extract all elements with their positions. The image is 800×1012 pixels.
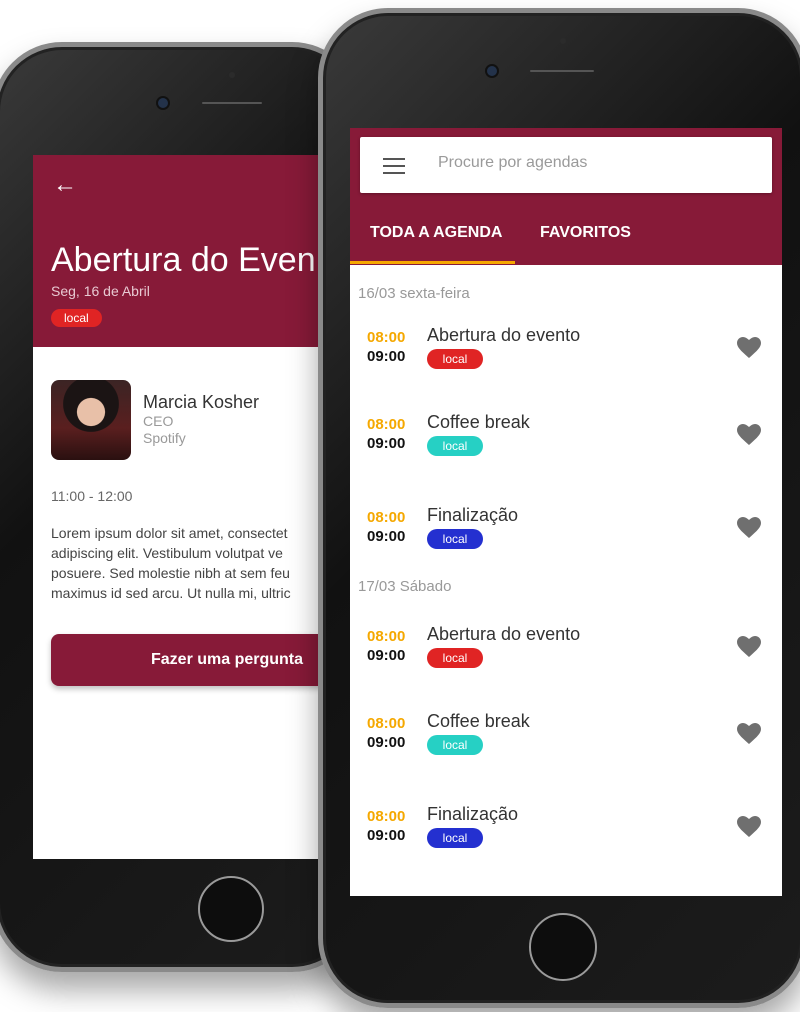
end-time: 09:00 bbox=[367, 435, 406, 452]
detail-header: ← Abertura do Even Seg, 16 de Abril loca… bbox=[33, 155, 333, 347]
agenda-item[interactable]: 08:00 09:00 Abertura do evento local bbox=[350, 624, 782, 684]
ask-question-button[interactable]: Fazer uma pergunta bbox=[51, 634, 333, 686]
hamburger-menu-icon[interactable] bbox=[383, 158, 405, 179]
end-time: 09:00 bbox=[367, 647, 406, 664]
phone-mockup-detail: ← Abertura do Even Seg, 16 de Abril loca… bbox=[0, 42, 362, 972]
event-description: Lorem ipsum dolor sit amet, consectet ad… bbox=[51, 523, 333, 603]
home-button[interactable] bbox=[198, 876, 264, 942]
speaker-name: Marcia Kosher bbox=[143, 392, 260, 412]
event-title: Finalização bbox=[427, 804, 519, 824]
event-title: Abertura do evento bbox=[427, 624, 581, 644]
end-time: 09:00 bbox=[367, 528, 406, 545]
search-input[interactable] bbox=[436, 153, 760, 173]
tab-favorites[interactable]: FAVORITOS bbox=[540, 224, 631, 242]
avatar bbox=[51, 380, 131, 460]
event-title: Abertura do Even bbox=[51, 241, 316, 279]
end-time: 09:00 bbox=[367, 827, 406, 844]
front-camera-icon bbox=[156, 96, 170, 110]
heart-icon[interactable] bbox=[737, 337, 761, 359]
end-time: 09:00 bbox=[367, 348, 406, 365]
agenda-screen: TODA A AGENDA FAVORITOS 16/03 sexta-feir… bbox=[350, 128, 782, 896]
front-camera-icon bbox=[485, 64, 499, 78]
start-time: 08:00 bbox=[367, 808, 406, 825]
heart-icon[interactable] bbox=[737, 816, 761, 838]
description-line: Lorem ipsum dolor sit amet, consectet bbox=[51, 525, 288, 541]
start-time: 08:00 bbox=[367, 509, 406, 526]
end-time: 09:00 bbox=[367, 734, 406, 751]
location-chip: local bbox=[427, 349, 483, 369]
location-chip: local bbox=[51, 309, 102, 327]
earpiece-speaker bbox=[530, 70, 594, 72]
speaker-company: Spotify bbox=[143, 430, 186, 446]
search-bar[interactable] bbox=[360, 137, 772, 193]
event-title: Coffee break bbox=[427, 711, 530, 731]
front-sensor bbox=[229, 72, 235, 78]
agenda-item[interactable]: 08:00 09:00 Coffee break local bbox=[350, 412, 782, 472]
event-time-range: 11:00 - 12:00 bbox=[51, 488, 133, 504]
agenda-app-bar: TODA A AGENDA FAVORITOS bbox=[350, 128, 782, 265]
location-chip: local bbox=[427, 529, 483, 549]
speaker-card[interactable]: Marcia Kosher CEO Spotify bbox=[51, 380, 259, 460]
location-chip: local bbox=[427, 648, 483, 668]
event-date: Seg, 16 de Abril bbox=[51, 283, 150, 299]
event-title: Finalização bbox=[427, 505, 519, 525]
agenda-item[interactable]: 08:00 09:00 Abertura do evento local bbox=[350, 325, 782, 385]
agenda-item[interactable]: 08:00 09:00 Finalização local bbox=[350, 505, 782, 565]
agenda-item[interactable]: 08:00 09:00 Coffee break local bbox=[350, 711, 782, 771]
phone-mockup-agenda: TODA A AGENDA FAVORITOS 16/03 sexta-feir… bbox=[318, 8, 800, 1008]
heart-icon[interactable] bbox=[737, 723, 761, 745]
speaker-role: CEO bbox=[143, 413, 174, 429]
heart-icon[interactable] bbox=[737, 636, 761, 658]
detail-screen: ← Abertura do Even Seg, 16 de Abril loca… bbox=[33, 155, 333, 859]
day-header: 16/03 sexta-feira bbox=[358, 285, 470, 302]
location-chip: local bbox=[427, 828, 483, 848]
start-time: 08:00 bbox=[367, 329, 406, 346]
tab-all-agenda[interactable]: TODA A AGENDA bbox=[370, 224, 502, 242]
description-line: adipiscing elit. Vestibulum volutpat ve bbox=[51, 545, 283, 561]
start-time: 08:00 bbox=[367, 416, 406, 433]
earpiece-speaker bbox=[202, 102, 262, 104]
heart-icon[interactable] bbox=[737, 424, 761, 446]
location-chip: local bbox=[427, 735, 483, 755]
active-tab-indicator bbox=[350, 261, 515, 264]
start-time: 08:00 bbox=[367, 715, 406, 732]
description-line: maximus id sed arcu. Ut nulla mi, ultric bbox=[51, 585, 291, 601]
start-time: 08:00 bbox=[367, 628, 406, 645]
day-header: 17/03 Sábado bbox=[358, 578, 452, 595]
front-sensor bbox=[560, 38, 566, 44]
location-chip: local bbox=[427, 436, 483, 456]
event-title: Coffee break bbox=[427, 412, 530, 432]
event-title: Abertura do evento bbox=[427, 325, 581, 345]
home-button[interactable] bbox=[529, 913, 597, 981]
speaker-info: Marcia Kosher CEO Spotify bbox=[143, 392, 259, 460]
heart-icon[interactable] bbox=[737, 517, 761, 539]
arrow-left-icon[interactable]: ← bbox=[53, 171, 77, 199]
agenda-item[interactable]: 08:00 09:00 Finalização local bbox=[350, 804, 782, 864]
description-line: posuere. Sed molestie nibh at sem feu bbox=[51, 565, 290, 581]
